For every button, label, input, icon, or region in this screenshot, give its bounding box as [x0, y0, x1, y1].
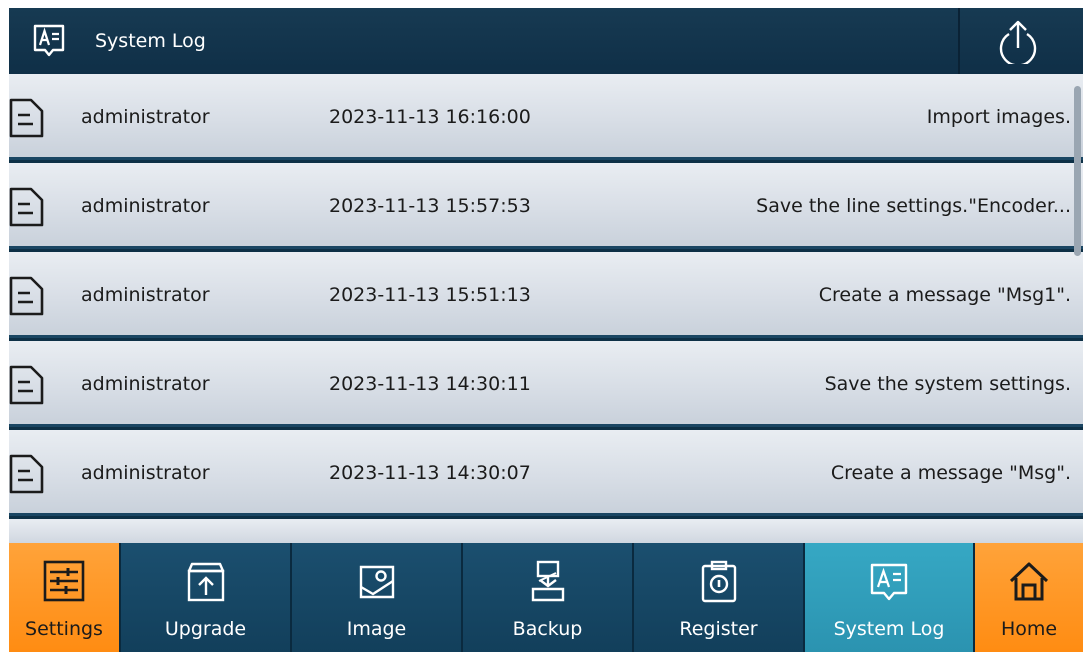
nav-register-button[interactable]: Register: [634, 543, 805, 652]
nav-home-button[interactable]: Home: [975, 543, 1083, 652]
log-row[interactable]: administrator 2023-11-13 15:57:53 Save t…: [9, 163, 1083, 249]
log-list[interactable]: administrator 2023-11-13 16:16:00 Import…: [9, 74, 1083, 543]
home-icon: [1009, 562, 1049, 601]
log-message: Save the line settings."Encoder...: [756, 195, 1071, 217]
nav-settings-button[interactable]: Settings: [9, 543, 121, 652]
nav-label: Image: [346, 618, 407, 640]
log-time: 2023-11-13 14:30:07: [329, 462, 531, 484]
upload-icon[interactable]: [995, 18, 1041, 64]
app-window: System Log administrator 2023-11-13 16:1…: [0, 0, 1083, 652]
nav-system-log-button[interactable]: System Log: [805, 543, 975, 652]
bottom-nav: Settings Upgrade Image Backup Register S…: [9, 543, 1083, 652]
log-time: 2023-11-13 15:57:53: [329, 195, 531, 217]
log-message: Create a message "Msg".: [830, 462, 1071, 484]
nav-label: Backup: [512, 618, 583, 640]
log-message: Save the system settings.: [824, 373, 1071, 395]
document-icon: [9, 98, 44, 138]
header-bar: System Log: [9, 8, 1083, 74]
log-message: Create a message "Msg1".: [818, 284, 1071, 306]
settings-sliders-icon: [43, 560, 85, 602]
page-title: System Log: [95, 30, 206, 52]
scrollbar[interactable]: [1074, 86, 1081, 256]
upgrade-icon: [187, 562, 224, 602]
nav-label: Settings: [25, 618, 103, 640]
log-time: 2023-11-13 16:16:00: [329, 106, 531, 128]
log-user: administrator: [81, 373, 210, 395]
log-row[interactable]: administrator 2023-11-13 15:51:13 Create…: [9, 252, 1083, 338]
document-icon: [9, 365, 44, 405]
nav-image-button[interactable]: Image: [292, 543, 463, 652]
log-time: 2023-11-13 15:51:13: [329, 284, 531, 306]
register-icon: [701, 560, 736, 603]
nav-label: System Log: [833, 618, 945, 640]
log-user: administrator: [81, 284, 210, 306]
log-message: Import images.: [926, 106, 1071, 128]
log-row-partial[interactable]: [9, 519, 1083, 543]
log-row[interactable]: administrator 2023-11-13 14:30:11 Save t…: [9, 341, 1083, 427]
nav-label: Home: [1000, 618, 1058, 640]
log-user: administrator: [81, 462, 210, 484]
system-log-icon: [870, 563, 908, 601]
system-log-icon: [33, 24, 65, 57]
log-user: administrator: [81, 106, 210, 128]
log-row[interactable]: administrator 2023-11-13 16:16:00 Import…: [9, 74, 1083, 160]
nav-backup-button[interactable]: Backup: [463, 543, 634, 652]
document-icon: [9, 454, 44, 494]
log-time: 2023-11-13 14:30:11: [329, 373, 531, 395]
log-user: administrator: [81, 195, 210, 217]
nav-label: Upgrade: [164, 618, 247, 640]
document-icon: [9, 187, 44, 227]
nav-upgrade-button[interactable]: Upgrade: [121, 543, 292, 652]
document-icon: [9, 276, 44, 316]
image-icon: [359, 565, 394, 599]
nav-label: Register: [679, 618, 758, 640]
header-divider: [958, 8, 960, 74]
backup-icon: [531, 560, 564, 602]
log-row[interactable]: administrator 2023-11-13 14:30:07 Create…: [9, 430, 1083, 516]
